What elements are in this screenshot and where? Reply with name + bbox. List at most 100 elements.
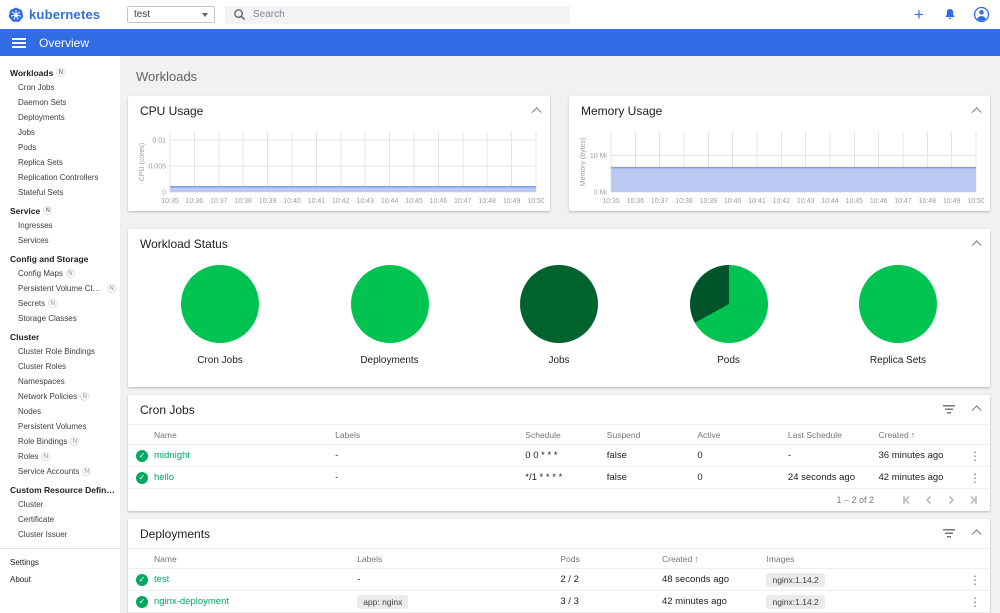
resource-name-link[interactable]: nginx-deployment <box>154 596 357 607</box>
last-page-icon[interactable] <box>966 493 980 507</box>
sidebar-item[interactable]: Settings <box>0 555 120 570</box>
brand-name: kubernetes <box>29 7 101 22</box>
sidebar-item[interactable]: Roles N <box>0 449 120 464</box>
pie-chart[interactable] <box>181 265 259 343</box>
sidebar-item[interactable]: Network Policies N <box>0 389 120 404</box>
sidebar-item[interactable]: Config and Storage <box>0 251 120 266</box>
sidebar-item[interactable]: Cluster Issuer <box>0 527 120 542</box>
sidebar-item[interactable]: Cluster <box>0 329 120 344</box>
sidebar-item-label: Cluster Role Bindings <box>18 347 95 356</box>
first-page-icon[interactable] <box>900 493 914 507</box>
search-input[interactable] <box>253 9 562 20</box>
column-header[interactable]: Name <box>154 430 335 440</box>
sidebar-item-label: Replica Sets <box>18 158 63 167</box>
sidebar-item[interactable]: Daemon Sets <box>0 95 120 110</box>
next-page-icon[interactable] <box>944 493 958 507</box>
svg-text:10:35: 10:35 <box>161 198 179 205</box>
pods-cell: 2 / 2 <box>560 574 579 585</box>
sidebar-item[interactable]: Namespaces <box>0 374 120 389</box>
column-header[interactable]: Labels <box>357 554 560 564</box>
chevron-up-icon[interactable] <box>971 405 982 416</box>
svg-text:10:47: 10:47 <box>894 198 912 205</box>
brand-logo[interactable]: kubernetes <box>8 7 127 23</box>
sidebar-item[interactable]: Cluster Roles <box>0 359 120 374</box>
column-header-sorted[interactable]: Created ↑ <box>878 430 960 440</box>
namespace-value: test <box>134 9 151 20</box>
sidebar-item[interactable]: Cluster Role Bindings <box>0 344 120 359</box>
filter-list-icon[interactable] <box>943 529 955 538</box>
sidebar-item[interactable]: Replication Controllers <box>0 170 120 185</box>
svg-text:0.01: 0.01 <box>152 137 166 144</box>
column-header[interactable]: Last Schedule <box>788 430 879 440</box>
sidebar-item[interactable]: Secrets N <box>0 296 120 311</box>
sidebar-item[interactable]: Nodes <box>0 404 120 419</box>
chevron-up-icon[interactable] <box>531 106 542 117</box>
sidebar-item[interactable]: Services <box>0 233 120 248</box>
sidebar-item[interactable]: Custom Resource Definitions <box>0 482 120 497</box>
sidebar-item-label: Custom Resource Definitions <box>10 484 116 495</box>
column-header[interactable]: Active <box>697 430 788 440</box>
svg-text:10:43: 10:43 <box>797 198 815 205</box>
pagination-bar: 1 – 2 of 2 <box>128 489 990 511</box>
sidebar-item[interactable]: About <box>0 572 120 587</box>
pie-chart[interactable] <box>520 265 598 343</box>
check-circle-icon: ✓ <box>136 595 148 608</box>
column-header[interactable]: Images <box>766 554 960 564</box>
filter-list-icon[interactable] <box>943 405 955 414</box>
sidebar-item[interactable]: Storage Classes <box>0 311 120 326</box>
image-chip: nginx:1.14.2 <box>766 594 825 609</box>
sidebar-item[interactable]: Cron Jobs <box>0 80 120 95</box>
svg-text:10:47: 10:47 <box>454 198 472 205</box>
kebab-menu-icon[interactable]: ⋮ <box>960 471 990 485</box>
sidebar-item-label: Settings <box>10 558 39 567</box>
sidebar-item[interactable]: Cluster <box>0 497 120 512</box>
resource-name-link[interactable]: midnight <box>154 450 335 461</box>
account-button[interactable] <box>972 6 990 24</box>
pie-chart[interactable] <box>859 265 937 343</box>
search-icon <box>233 8 246 21</box>
resource-name-link[interactable]: test <box>154 574 357 585</box>
kebab-menu-icon[interactable]: ⋮ <box>960 595 990 609</box>
sidebar-item[interactable]: Config Maps N <box>0 266 120 281</box>
column-header[interactable]: Schedule <box>525 430 607 440</box>
sidebar-item[interactable]: Role Bindings N <box>0 434 120 449</box>
sidebar-item[interactable]: Pods <box>0 140 120 155</box>
notifications-button[interactable] <box>941 6 959 24</box>
last-schedule-cell: 24 seconds ago <box>787 472 856 483</box>
column-header[interactable]: Pods <box>560 554 662 564</box>
sidebar-item[interactable]: Jobs <box>0 125 120 140</box>
sidebar-item[interactable]: Service N <box>0 203 120 218</box>
suspend-cell: false <box>606 472 627 483</box>
create-resource-button[interactable]: + <box>910 5 928 24</box>
pie-label: Pods <box>717 355 740 366</box>
column-header[interactable]: Suspend <box>607 430 698 440</box>
sidebar-item[interactable]: Persistent Volume Claims N <box>0 281 120 296</box>
pie-chart[interactable] <box>350 265 429 343</box>
sidebar-item[interactable]: Persistent Volumes <box>0 419 120 434</box>
sidebar-item[interactable]: Stateful Sets <box>0 185 120 200</box>
prev-page-icon[interactable] <box>922 493 936 507</box>
sidebar-item[interactable]: Replica Sets <box>0 155 120 170</box>
workload-status-pie: Cron Jobs <box>170 265 270 366</box>
kebab-menu-icon[interactable]: ⋮ <box>960 573 990 587</box>
sidebar-item[interactable]: Ingresses <box>0 218 120 233</box>
sidebar-item[interactable]: Certificate <box>0 512 120 527</box>
namespace-select[interactable]: test <box>127 6 215 23</box>
sidebar-item[interactable]: Service Accounts N <box>0 464 120 479</box>
sidebar-item[interactable]: Deployments <box>0 110 120 125</box>
chevron-up-icon[interactable] <box>971 239 982 250</box>
svg-text:10:36: 10:36 <box>186 198 204 205</box>
svg-text:0 Mi: 0 Mi <box>594 190 608 197</box>
column-header-sorted[interactable]: Created ↑ <box>662 554 767 564</box>
resource-name-link[interactable]: hello <box>154 472 335 483</box>
card-title: Cron Jobs <box>140 402 195 417</box>
pie-chart[interactable] <box>689 265 768 343</box>
column-header[interactable]: Labels <box>335 430 525 440</box>
chevron-up-icon[interactable] <box>971 529 982 540</box>
chevron-up-icon[interactable] <box>971 106 982 117</box>
sidebar-item[interactable]: Workloads N <box>0 65 120 80</box>
search-bar[interactable] <box>225 5 570 24</box>
hamburger-menu-icon[interactable] <box>12 37 26 48</box>
column-header[interactable]: Name <box>154 554 357 564</box>
kebab-menu-icon[interactable]: ⋮ <box>960 449 990 463</box>
